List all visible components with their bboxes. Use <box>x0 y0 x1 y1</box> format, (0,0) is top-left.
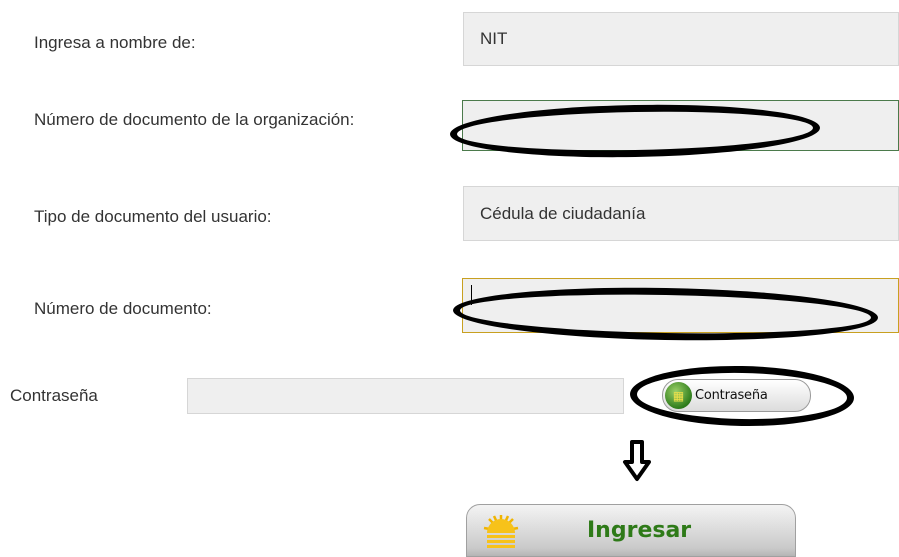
entity-type-select[interactable]: NIT <box>463 12 899 66</box>
label-ingresa-a-nombre-de: Ingresa a nombre de: <box>34 33 196 52</box>
submit-button-label: Ingresar <box>587 518 692 543</box>
down-arrow-icon <box>623 440 651 481</box>
submit-button[interactable]: Ingresar <box>466 504 796 557</box>
label-numero-documento-organizacion: Número de documento de la organización: <box>34 110 355 129</box>
password-input[interactable] <box>187 378 624 414</box>
annotation-ellipse <box>629 364 855 428</box>
user-document-type-value: Cédula de ciudadanía <box>480 203 646 223</box>
label-numero-documento: Número de documento: <box>34 299 212 318</box>
entity-type-value: NIT <box>480 29 508 48</box>
sun-icon <box>481 511 521 551</box>
label-contrasena: Contraseña <box>10 386 98 405</box>
user-document-type-select[interactable]: Cédula de ciudadanía <box>463 186 899 241</box>
label-tipo-documento-usuario: Tipo de documento del usuario: <box>34 207 272 226</box>
